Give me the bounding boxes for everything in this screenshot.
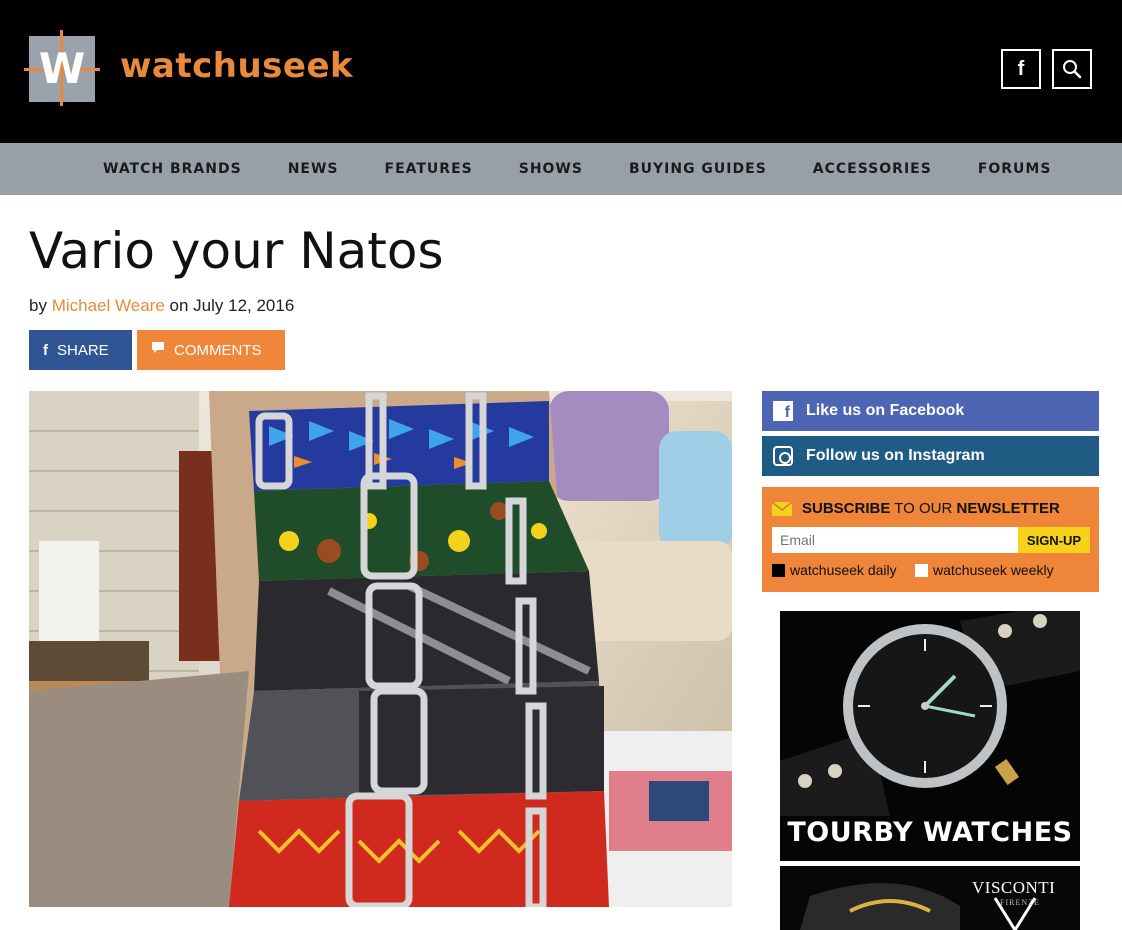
share-label: SHARE	[57, 341, 109, 359]
author-link[interactable]: Michael Weare	[52, 296, 165, 315]
search-icon[interactable]	[1052, 49, 1092, 89]
daily-checkbox[interactable]	[772, 563, 785, 577]
newsletter-option-weekly[interactable]: watchuseek weekly	[915, 562, 1054, 578]
facebook-icon: f	[43, 341, 48, 359]
instagram-follow-button[interactable]: Follow us on Instagram	[762, 436, 1099, 476]
byline-on: on	[169, 296, 189, 315]
main-nav: WATCH BRANDS NEWS FEATURES SHOWS BUYING …	[0, 143, 1122, 195]
facebook-icon[interactable]: f	[1001, 49, 1041, 89]
ad-caption: TOURBY WATCHES	[787, 817, 1073, 848]
nav-item-buying-guides[interactable]: BUYING GUIDES	[606, 143, 790, 195]
newsletter-box: SUBSCRIBE TO OUR NEWSLETTER SIGN-UP watc…	[762, 487, 1099, 592]
facebook-like-button[interactable]: f Like us on Facebook	[762, 391, 1099, 431]
article-hero-image	[29, 391, 732, 907]
nav-item-shows[interactable]: SHOWS	[496, 143, 606, 195]
newsletter-option-daily[interactable]: watchuseek daily	[772, 562, 897, 578]
comment-icon	[151, 341, 165, 359]
share-button[interactable]: f SHARE	[29, 330, 132, 370]
daily-label: watchuseek daily	[790, 562, 897, 578]
newsletter-heading: SUBSCRIBE TO OUR NEWSLETTER	[771, 500, 1060, 517]
site-logo-text[interactable]: watchuseek	[120, 46, 353, 86]
comments-button[interactable]: COMMENTS	[137, 330, 285, 370]
nav-item-forums[interactable]: FORUMS	[955, 143, 1075, 195]
watch-illustration	[780, 611, 1080, 816]
newsletter-to-our: TO OUR	[890, 500, 957, 517]
weekly-checkbox[interactable]	[915, 563, 928, 577]
newsletter-email-input[interactable]	[772, 527, 1018, 553]
search-glyph	[1063, 60, 1082, 79]
envelope-icon	[771, 500, 793, 516]
byline: by Michael Weare on July 12, 2016	[29, 296, 294, 316]
site-logo-mark[interactable]: W	[24, 30, 100, 106]
instagram-follow-label: Follow us on Instagram	[806, 447, 985, 464]
nav-item-features[interactable]: FEATURES	[362, 143, 496, 195]
nato-straps-photo	[29, 391, 732, 907]
nav-item-news[interactable]: NEWS	[265, 143, 362, 195]
facebook-like-label: Like us on Facebook	[806, 402, 965, 419]
newsletter-subscribe-word: SUBSCRIBE	[802, 500, 891, 517]
article-title: Vario your Natos	[29, 222, 444, 280]
comments-label: COMMENTS	[174, 341, 262, 359]
facebook-icon: f	[773, 401, 793, 421]
publish-date: July 12, 2016	[193, 296, 295, 315]
newsletter-word: NEWSLETTER	[956, 500, 1060, 517]
byline-by: by	[29, 296, 47, 315]
ad-brand: VISCONTI	[972, 878, 1056, 897]
site-header: W watchuseek f	[0, 0, 1122, 143]
ad-visconti[interactable]: VISCONTI FIRENZE	[780, 866, 1080, 930]
logo-letter: W	[38, 44, 86, 93]
instagram-icon	[773, 446, 793, 466]
ad-tourby-watches[interactable]: TOURBY WATCHES	[780, 611, 1080, 861]
nav-item-watch-brands[interactable]: WATCH BRANDS	[80, 143, 265, 195]
weekly-label: watchuseek weekly	[933, 562, 1054, 578]
newsletter-signup-button[interactable]: SIGN-UP	[1018, 527, 1090, 553]
ad-subbrand: FIRENZE	[1000, 898, 1040, 907]
nav-item-accessories[interactable]: ACCESSORIES	[790, 143, 955, 195]
